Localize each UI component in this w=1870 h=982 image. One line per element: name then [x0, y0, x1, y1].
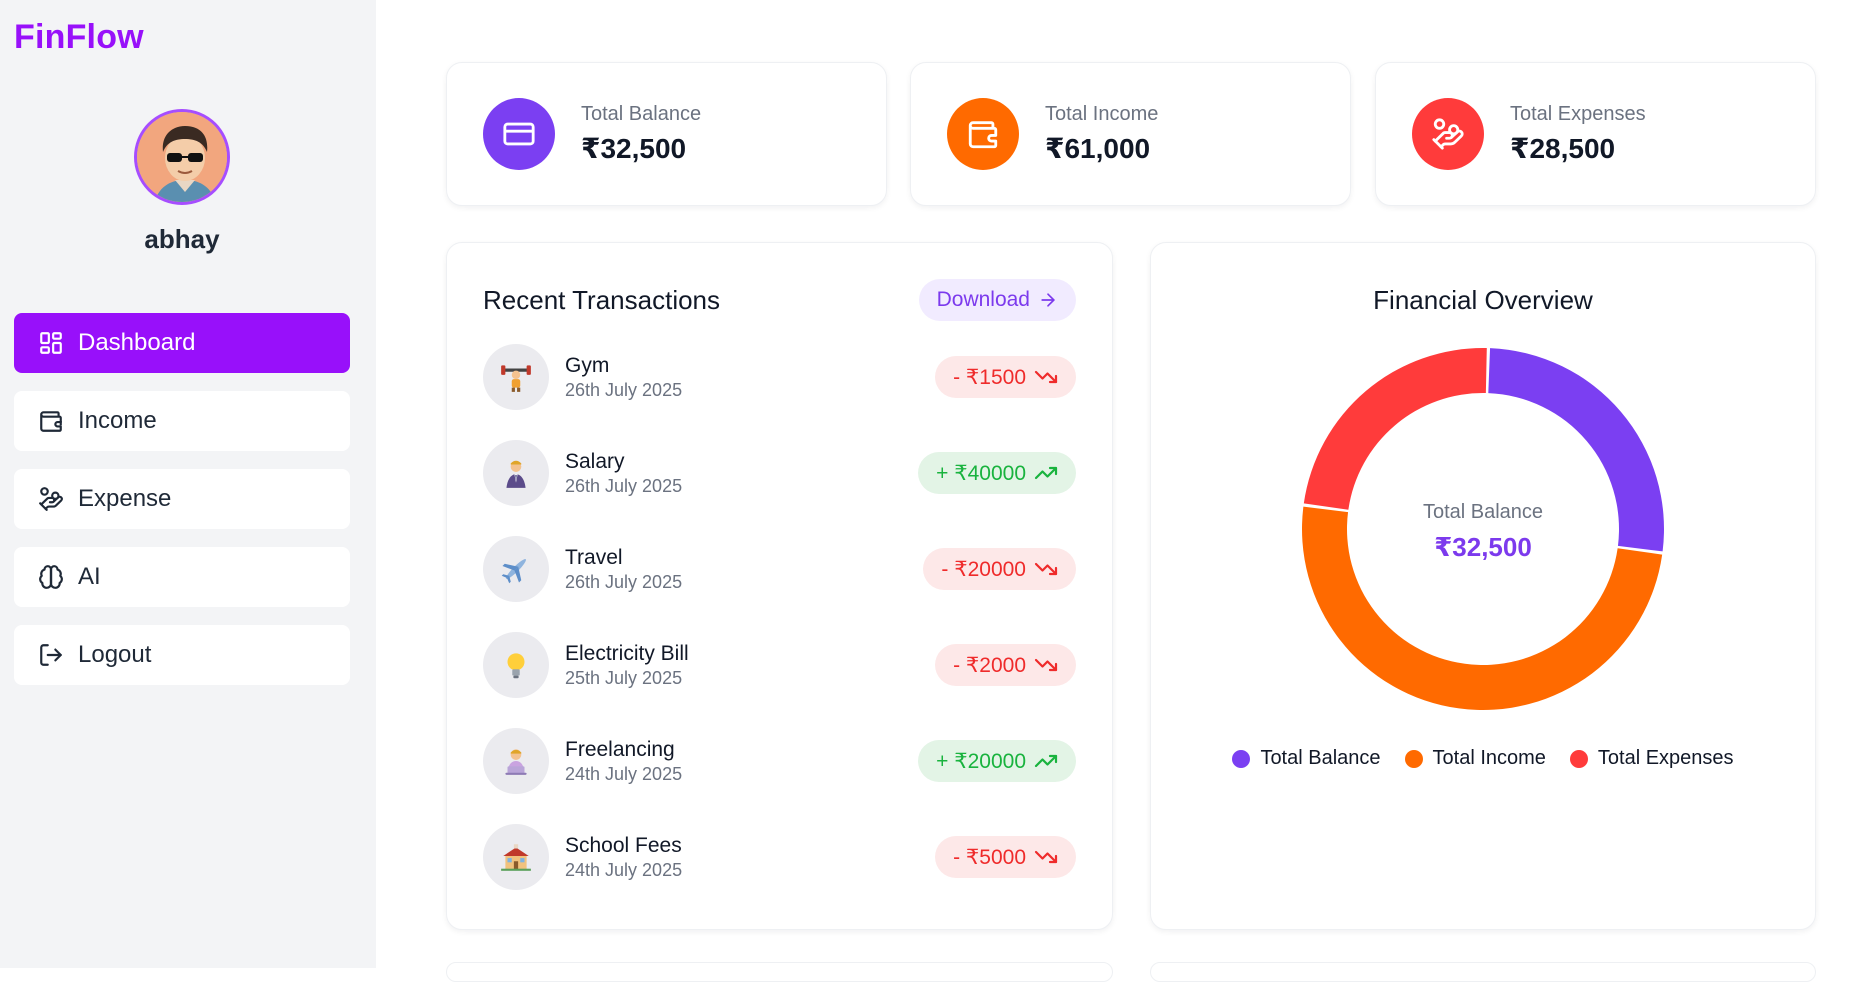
legend-item[interactable]: Total Balance — [1232, 747, 1381, 770]
amount-value: - ₹5000 — [953, 845, 1026, 869]
avatar[interactable] — [134, 109, 230, 205]
donut-chart[interactable] — [1300, 346, 1666, 712]
stat-label: Total Expenses — [1510, 103, 1646, 125]
transaction-date: 26th July 2025 — [565, 379, 683, 400]
sidebar-item-income[interactable]: Income — [14, 391, 350, 451]
transaction-row[interactable]: School Fees 24th July 2025 - ₹5000 — [483, 823, 1076, 891]
hand-coins-icon — [38, 486, 64, 512]
stat-label: Total Balance — [581, 103, 702, 125]
donut-slice-total-expenses[interactable] — [1303, 348, 1487, 510]
transaction-row[interactable]: Travel 26th July 2025 - ₹20000 — [483, 535, 1076, 603]
sidebar-item-dashboard[interactable]: Dashboard — [14, 313, 350, 373]
amount-value: - ₹20000 — [941, 557, 1026, 581]
amount-value: + ₹20000 — [936, 749, 1026, 773]
transaction-date: 24th July 2025 — [565, 859, 683, 880]
card-edge — [1150, 962, 1816, 982]
legend-label: Total Balance — [1260, 747, 1381, 769]
hand-coins-icon — [1412, 98, 1484, 170]
amount-badge: - ₹1500 — [935, 356, 1076, 398]
sidebar-item-label: Logout — [78, 641, 152, 668]
amount-badge: - ₹2000 — [935, 644, 1076, 686]
airplane-icon — [483, 536, 549, 602]
stat-value: ₹28,500 — [1510, 133, 1616, 164]
sidebar-item-label: AI — [78, 563, 101, 590]
stat-value: ₹61,000 — [1045, 133, 1151, 164]
avatar-illustration — [137, 112, 227, 202]
transaction-name: School Fees — [565, 833, 682, 857]
transaction-name: Salary — [565, 449, 625, 473]
transaction-name: Gym — [565, 353, 610, 377]
user-name: abhay — [144, 224, 220, 254]
trending-down-icon — [1034, 850, 1058, 864]
donut-center-value: ₹32,500 — [1434, 532, 1532, 562]
transaction-date: 26th July 2025 — [565, 475, 683, 496]
stat-label: Total Income — [1045, 103, 1159, 125]
amount-value: - ₹1500 — [953, 365, 1026, 389]
amount-badge: + ₹20000 — [918, 740, 1076, 782]
transaction-row[interactable]: Freelancing 24th July 2025 + ₹20000 — [483, 727, 1076, 795]
card-icon — [483, 98, 555, 170]
brain-icon — [38, 564, 64, 590]
sidebar-item-label: Dashboard — [78, 329, 196, 356]
amount-value: + ₹40000 — [936, 461, 1026, 485]
financial-overview-card: Financial Overview Total Balance ₹32,500… — [1150, 242, 1816, 930]
transaction-date: 26th July 2025 — [565, 571, 683, 592]
app-logo[interactable]: FinFlow — [14, 18, 144, 57]
sidebar-item-label: Income — [78, 407, 157, 434]
lightbulb-icon — [483, 632, 549, 698]
trending-up-icon — [1034, 466, 1058, 480]
stat-card-total-expenses: Total Expenses ₹28,500 — [1375, 62, 1816, 206]
legend-item[interactable]: Total Expenses — [1569, 747, 1734, 770]
sidebar-item-label: Expense — [78, 485, 172, 512]
arrow-right-icon — [1041, 293, 1055, 307]
school-icon — [483, 824, 549, 890]
amount-badge: + ₹40000 — [918, 452, 1076, 494]
legend-swatch — [1232, 749, 1251, 768]
recent-transactions-card: Recent Transactions Download Gym 26th Ju… — [446, 242, 1113, 930]
logout-icon — [38, 642, 64, 668]
stat-card-total-balance: Total Balance ₹32,500 — [446, 62, 887, 206]
section-title: Financial Overview — [1373, 285, 1593, 315]
donut-center-label: Total Balance — [1422, 501, 1544, 523]
legend-swatch — [1569, 749, 1588, 768]
weightlifter-icon — [483, 344, 549, 410]
amount-value: - ₹2000 — [953, 653, 1026, 677]
chart-legend: Total Balance Total Income Total Expense… — [1151, 747, 1815, 770]
sidebar-item-expense[interactable]: Expense — [14, 469, 350, 529]
trending-down-icon — [1034, 370, 1058, 384]
transaction-row[interactable]: Salary 26th July 2025 + ₹40000 — [483, 439, 1076, 507]
legend-label: Total Income — [1432, 747, 1546, 769]
sidebar: FinFlow abhay Dashboard Income Expense A… — [0, 0, 376, 968]
wallet-icon — [38, 408, 64, 434]
transaction-row[interactable]: Electricity Bill 25th July 2025 - ₹2000 — [483, 631, 1076, 699]
transaction-name: Freelancing — [565, 737, 675, 761]
sidebar-item-logout[interactable]: Logout — [14, 625, 350, 685]
section-title: Recent Transactions — [483, 285, 721, 315]
download-label: Download — [936, 288, 1030, 311]
transaction-name: Travel — [565, 545, 623, 569]
transaction-name: Electricity Bill — [565, 641, 689, 665]
transaction-date: 25th July 2025 — [565, 667, 683, 688]
amount-badge: - ₹20000 — [923, 548, 1076, 590]
trending-down-icon — [1034, 562, 1058, 576]
wallet-icon — [947, 98, 1019, 170]
sidebar-item-ai[interactable]: AI — [14, 547, 350, 607]
legend-label: Total Expenses — [1597, 747, 1734, 769]
amount-badge: - ₹5000 — [935, 836, 1076, 878]
card-edge — [446, 962, 1113, 982]
dashboard-icon — [38, 330, 64, 356]
transaction-date: 24th July 2025 — [565, 763, 683, 784]
stat-card-total-income: Total Income ₹61,000 — [910, 62, 1351, 206]
legend-swatch — [1404, 749, 1423, 768]
stat-value: ₹32,500 — [581, 133, 687, 164]
businessman-icon — [483, 440, 549, 506]
download-button[interactable]: Download — [918, 279, 1076, 321]
legend-item[interactable]: Total Income — [1404, 747, 1546, 770]
laptop-worker-icon — [483, 728, 549, 794]
transaction-row[interactable]: Gym 26th July 2025 - ₹1500 — [483, 343, 1076, 411]
trending-down-icon — [1034, 658, 1058, 672]
trending-up-icon — [1034, 754, 1058, 768]
